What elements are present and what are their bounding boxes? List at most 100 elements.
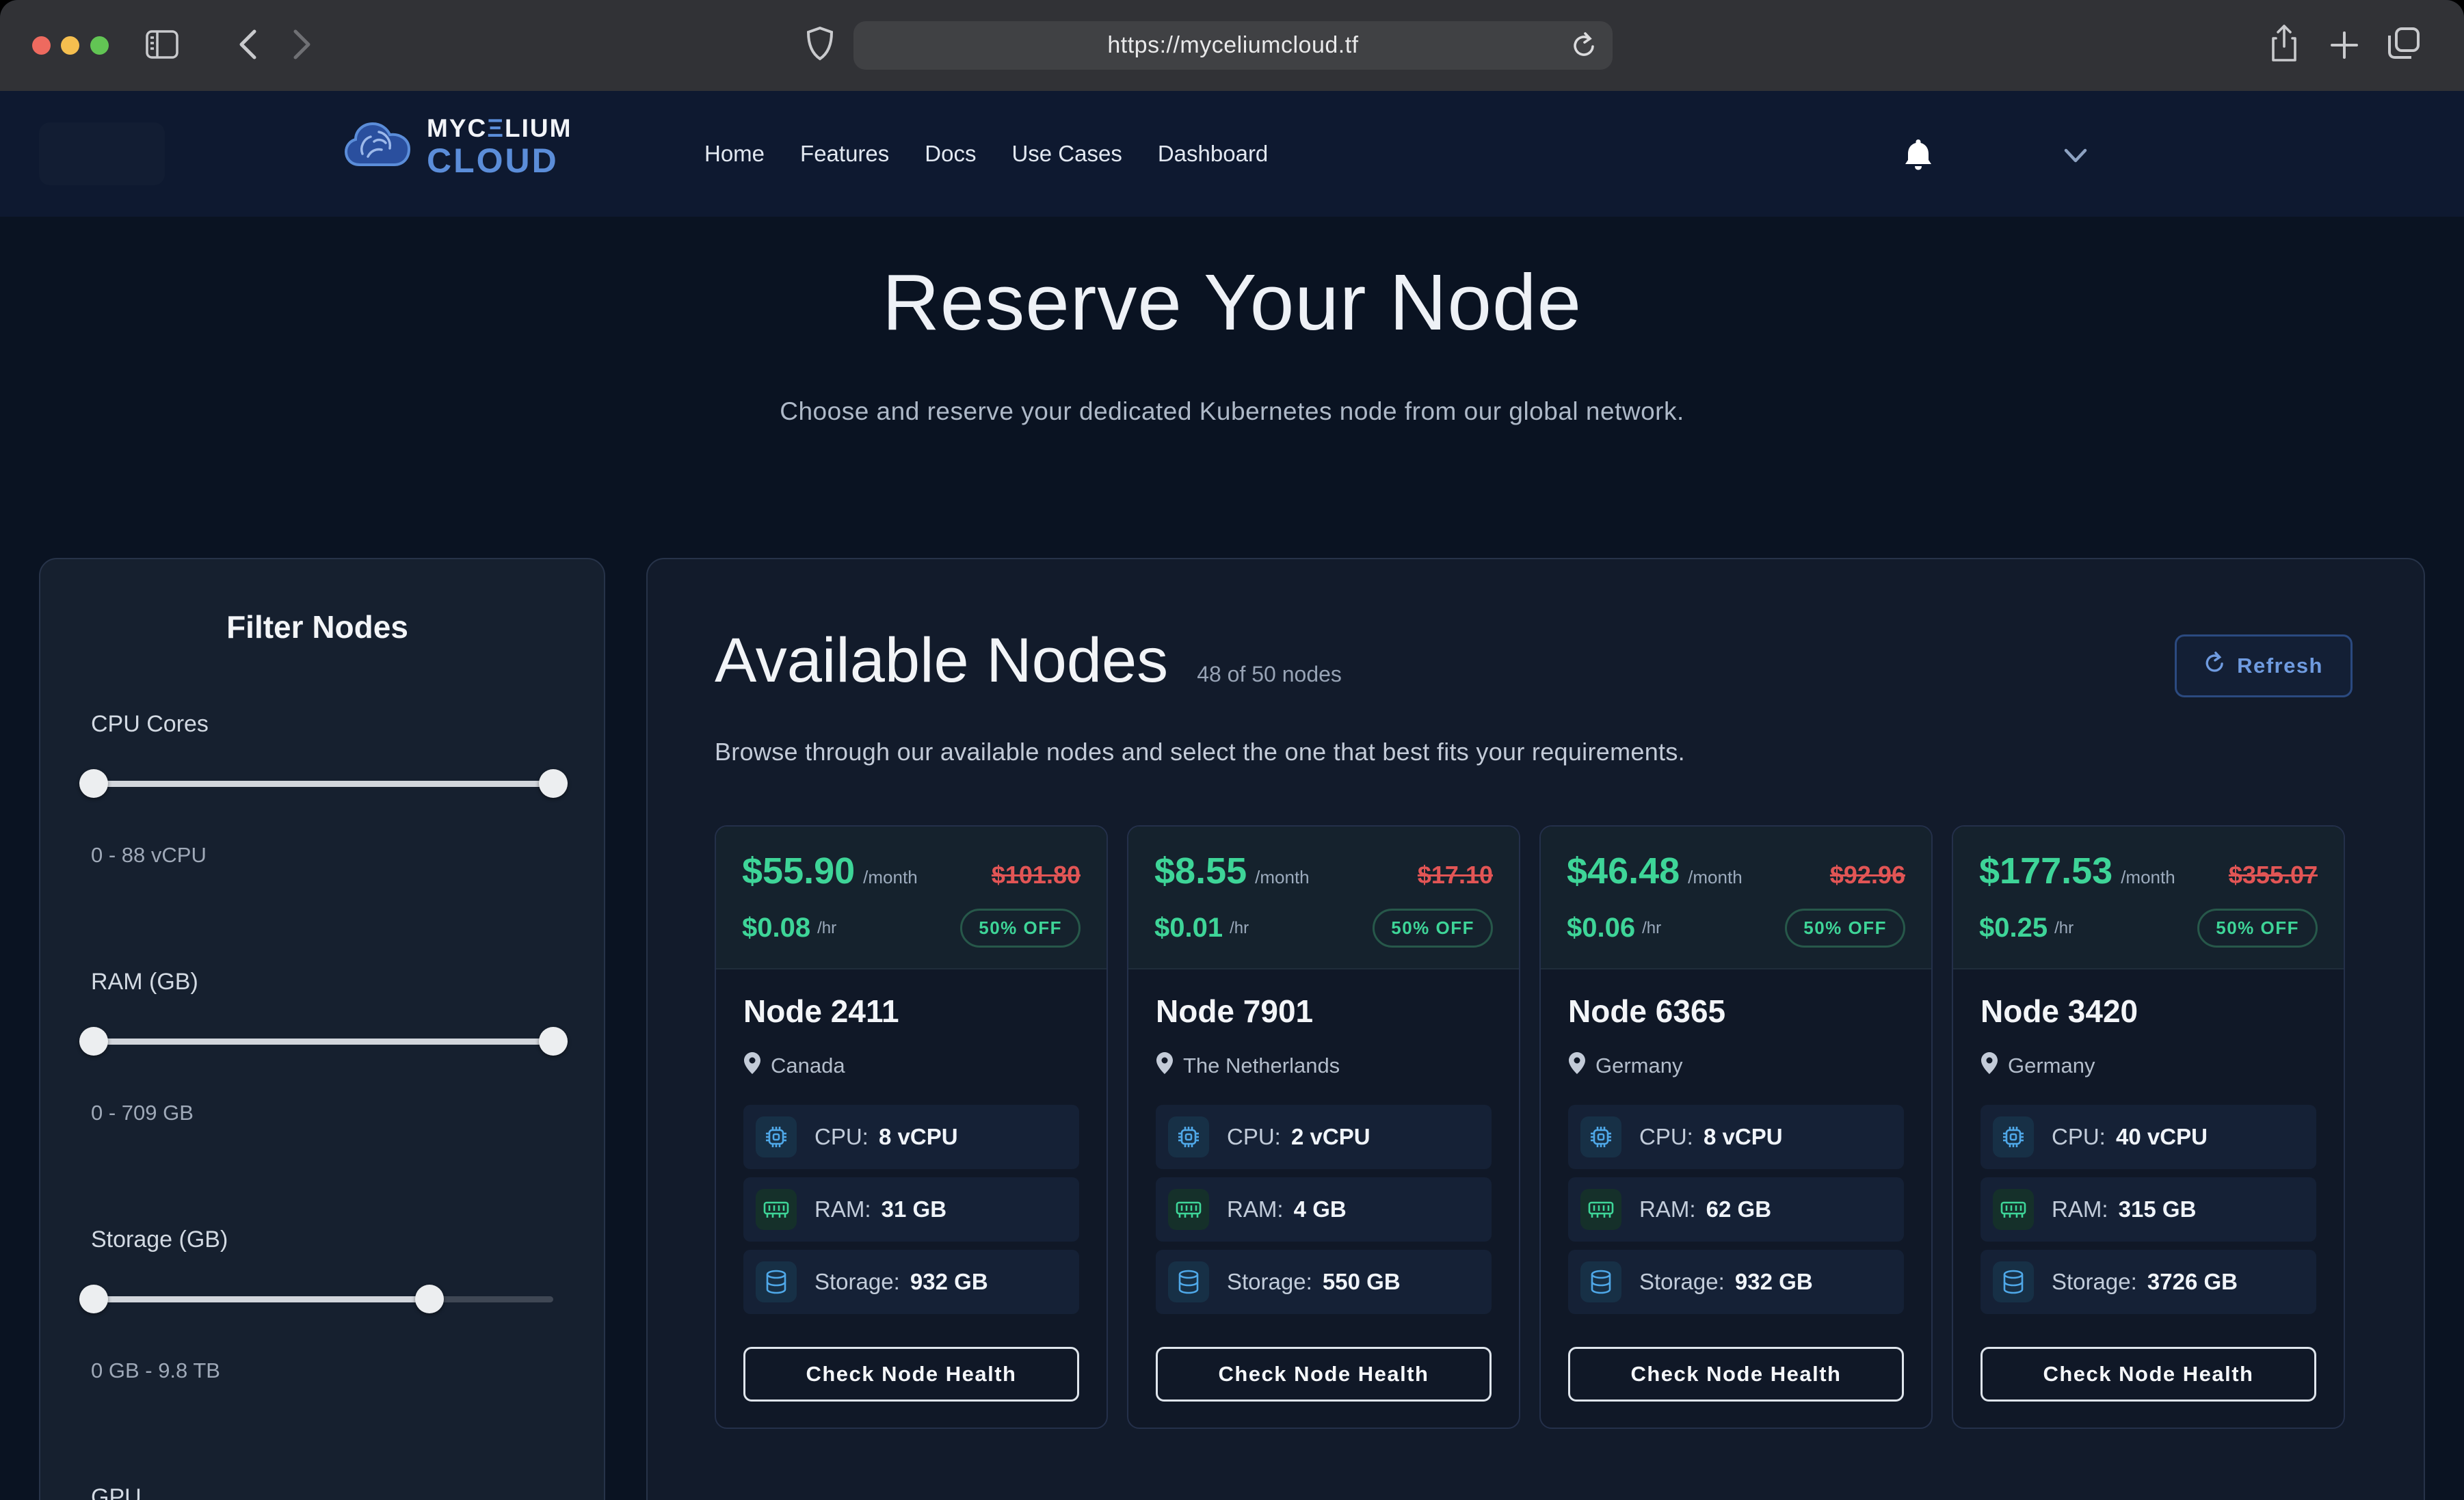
ram-icon <box>1993 1189 2034 1230</box>
hero-section: Reserve Your Node Choose and reserve you… <box>0 256 2464 426</box>
spec-row: RAM: 4 GB <box>1156 1177 1492 1242</box>
spec-value: 40 vCPU <box>2116 1124 2208 1149</box>
node-card: $177.53 /month $355.07 $0.25 /hr 50% OFF… <box>1952 825 2345 1429</box>
back-icon[interactable] <box>238 29 257 60</box>
slider-track-active <box>94 1039 553 1045</box>
range-slider[interactable] <box>94 1027 553 1056</box>
nav-link-features[interactable]: Features <box>800 141 889 167</box>
spec-row: RAM: 31 GB <box>743 1177 1079 1242</box>
storage-icon <box>1168 1261 1209 1302</box>
refresh-label: Refresh <box>2237 654 2323 678</box>
discount-badge: 50% OFF <box>960 909 1081 948</box>
slider-handle-max[interactable] <box>539 1027 568 1056</box>
original-price: $17.10 <box>1418 861 1493 889</box>
shield-icon[interactable] <box>806 26 834 62</box>
node-specs: CPU: 8 vCPU RAM: 62 GB Storage: 932 GB <box>1568 1105 1904 1314</box>
spec-label: RAM: <box>2052 1196 2115 1222</box>
page-subtitle: Choose and reserve your dedicated Kubern… <box>0 397 2464 426</box>
hourly-price: $0.25 <box>1979 913 2048 943</box>
per-month-label: /month <box>1688 867 1743 888</box>
hourly-price: $0.08 <box>742 913 810 943</box>
range-slider[interactable] <box>94 1285 553 1313</box>
url-bar[interactable]: https://myceliumcloud.tf <box>853 21 1613 70</box>
discount-badge: 50% OFF <box>1373 909 1493 948</box>
slider-handle-min[interactable] <box>79 1285 108 1313</box>
cpu-icon <box>1993 1116 2034 1157</box>
ram-icon <box>756 1189 797 1230</box>
spec-value: 2 vCPU <box>1291 1124 1370 1149</box>
spec-value: 4 GB <box>1294 1196 1347 1222</box>
spec-label: RAM: <box>814 1196 877 1222</box>
refresh-button[interactable]: Refresh <box>2175 634 2353 697</box>
browser-window: https://myceliumcloud.tf <box>0 0 2464 1500</box>
node-card: $46.48 /month $92.96 $0.06 /hr 50% OFF N… <box>1539 825 1933 1429</box>
chevron-down-icon[interactable] <box>2064 148 2087 167</box>
location-pin-icon <box>1568 1052 1586 1080</box>
check-node-health-button[interactable]: Check Node Health <box>1981 1347 2316 1402</box>
minimize-window-button[interactable] <box>61 36 79 55</box>
slider-track-active <box>94 1296 429 1302</box>
node-name: Node 2411 <box>743 993 1079 1030</box>
nodes-subtitle: Browse through our available nodes and s… <box>715 738 2357 766</box>
check-node-health-button[interactable]: Check Node Health <box>743 1347 1079 1402</box>
spec-value: 315 GB <box>2119 1196 2197 1222</box>
spec-value: 62 GB <box>1706 1196 1771 1222</box>
brand-logo[interactable]: MYCΞLIUM CLOUD <box>343 116 572 178</box>
check-node-health-button[interactable]: Check Node Health <box>1156 1347 1492 1402</box>
brand-line1: MYCΞLIUM <box>427 116 572 141</box>
spec-row: RAM: 62 GB <box>1568 1177 1904 1242</box>
tab-overview-icon[interactable] <box>2387 26 2421 60</box>
nav-link-dashboard[interactable]: Dashboard <box>1158 141 1268 167</box>
spec-row: CPU: 8 vCPU <box>1568 1105 1904 1169</box>
reload-icon[interactable] <box>1572 32 1598 63</box>
filter-panel: Filter Nodes CPU Cores0 - 88 vCPURAM (GB… <box>39 558 605 1500</box>
check-node-health-button[interactable]: Check Node Health <box>1568 1347 1904 1402</box>
nav-link-docs[interactable]: Docs <box>925 141 976 167</box>
brand-line2: CLOUD <box>427 144 572 178</box>
sidebar-toggle-icon[interactable] <box>146 30 178 59</box>
share-icon[interactable] <box>2269 25 2299 63</box>
nav-link-use-cases[interactable]: Use Cases <box>1011 141 1122 167</box>
spec-value: 3726 GB <box>2147 1269 2238 1294</box>
spec-row: CPU: 40 vCPU <box>1981 1105 2316 1169</box>
per-month-label: /month <box>2121 867 2175 888</box>
filter-group-storage-gb-: Storage (GB)0 GB - 9.8 TB <box>91 1227 544 1383</box>
per-hour-label: /hr <box>1642 919 1661 938</box>
node-card: $55.90 /month $101.80 $0.08 /hr 50% OFF … <box>715 825 1108 1429</box>
filter-label: GPU <box>91 1484 544 1500</box>
filter-group-ram-gb-: RAM (GB)0 - 709 GB <box>91 969 544 1125</box>
nodes-header: Available Nodes 48 of 50 nodes Refresh <box>715 625 2357 697</box>
monthly-price: $46.48 <box>1567 850 1680 892</box>
spec-value: 932 GB <box>910 1269 988 1294</box>
spec-row: CPU: 2 vCPU <box>1156 1105 1492 1169</box>
spec-label: Storage: <box>814 1269 906 1294</box>
ram-icon <box>1580 1189 1621 1230</box>
slider-handle-max[interactable] <box>415 1285 444 1313</box>
range-slider[interactable] <box>94 769 553 798</box>
bell-icon[interactable] <box>1903 137 1934 175</box>
hourly-price: $0.06 <box>1567 913 1635 943</box>
spec-row: Storage: 550 GB <box>1156 1250 1492 1314</box>
new-tab-icon[interactable] <box>2329 30 2359 60</box>
node-name: Node 3420 <box>1981 993 2316 1030</box>
node-card: $8.55 /month $17.10 $0.01 /hr 50% OFF No… <box>1127 825 1520 1429</box>
cpu-icon <box>1580 1116 1621 1157</box>
spec-row: Storage: 3726 GB <box>1981 1250 2316 1314</box>
node-card-pricing: $55.90 /month $101.80 $0.08 /hr 50% OFF <box>716 827 1107 969</box>
close-window-button[interactable] <box>32 36 51 55</box>
spec-label: CPU: <box>814 1124 875 1149</box>
location-text: The Netherlands <box>1183 1054 1340 1078</box>
node-location: Canada <box>743 1052 1079 1080</box>
spec-row: Storage: 932 GB <box>1568 1250 1904 1314</box>
forward-icon[interactable] <box>293 29 312 60</box>
slider-handle-min[interactable] <box>79 1027 108 1056</box>
filter-panel-title: Filter Nodes <box>91 608 544 645</box>
per-month-label: /month <box>863 867 918 888</box>
slider-track-active <box>94 781 553 787</box>
slider-handle-min[interactable] <box>79 769 108 798</box>
slider-handle-max[interactable] <box>539 769 568 798</box>
storage-icon <box>756 1261 797 1302</box>
nav-link-home[interactable]: Home <box>704 141 765 167</box>
zoom-window-button[interactable] <box>90 36 109 55</box>
monthly-price: $55.90 <box>742 850 855 892</box>
